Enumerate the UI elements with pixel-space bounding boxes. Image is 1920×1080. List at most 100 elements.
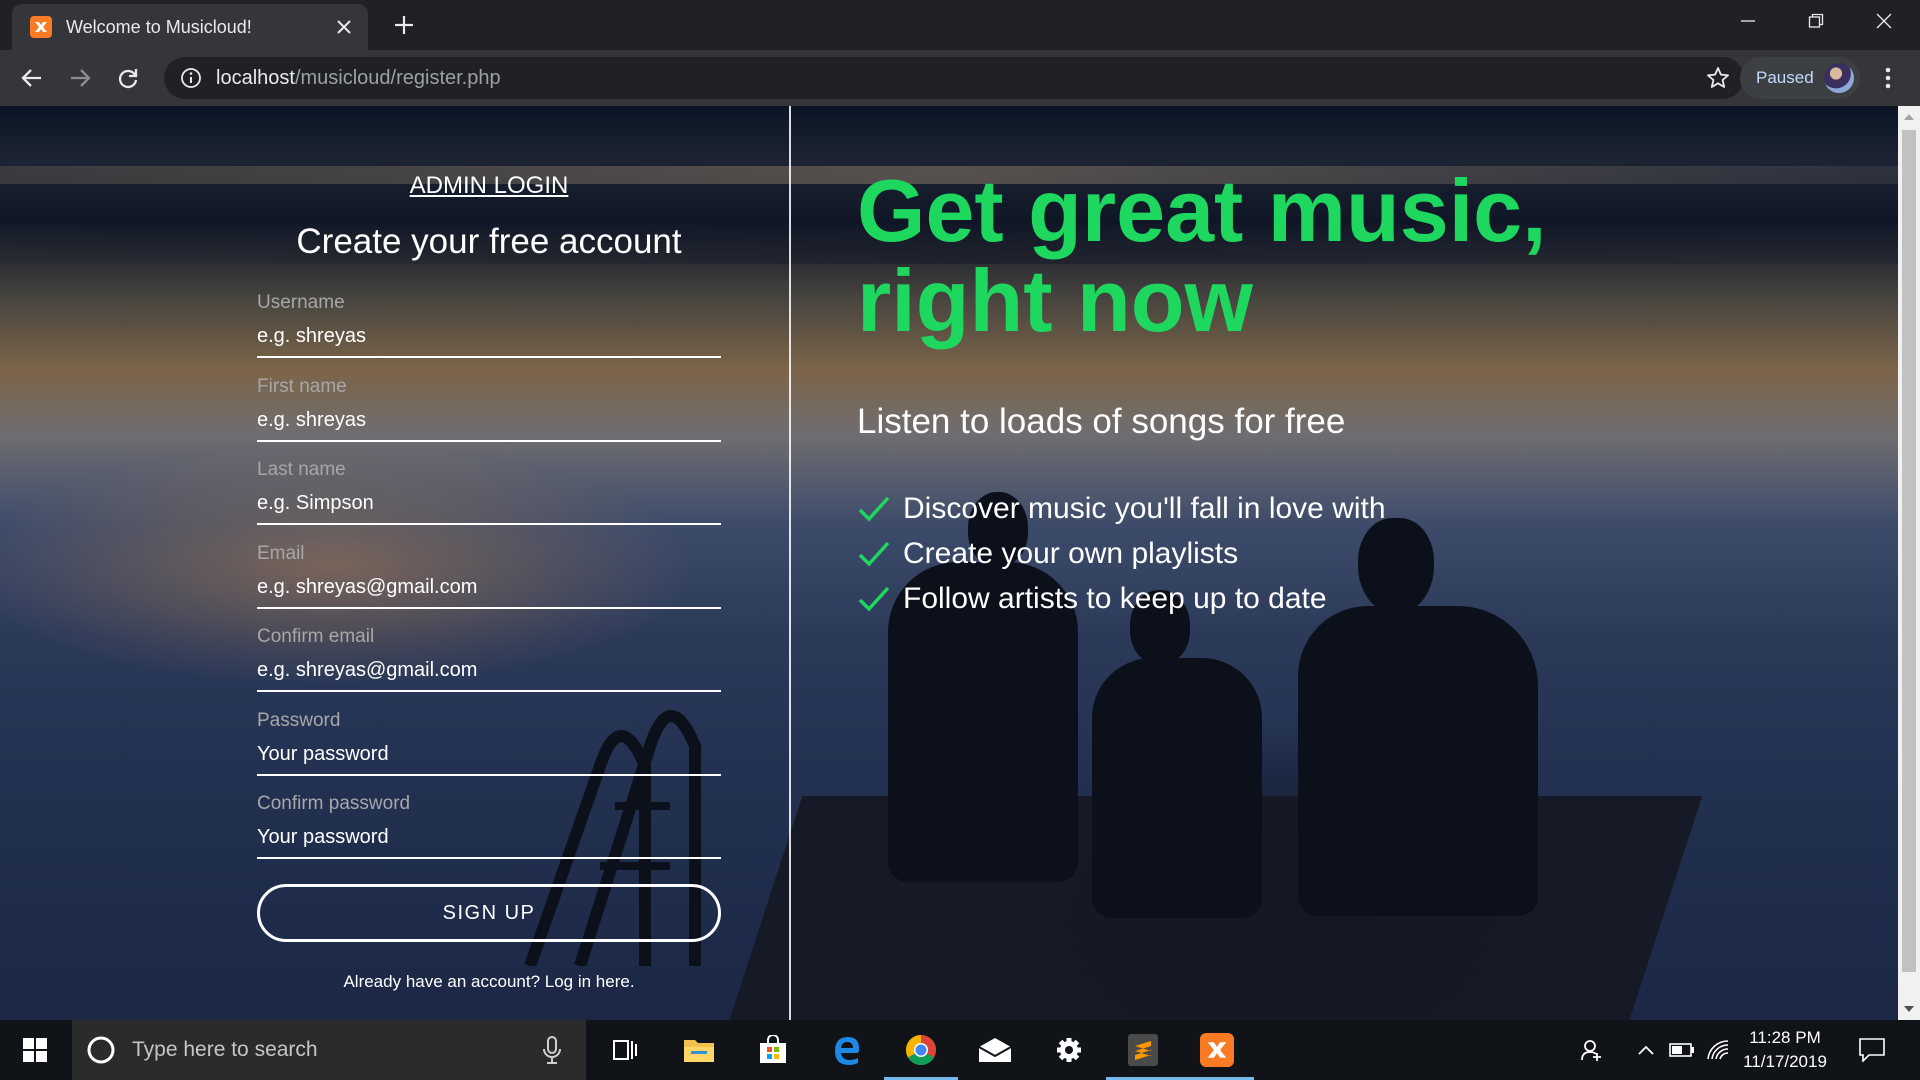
form-title: Create your free account (296, 222, 682, 261)
mail-taskbar-button[interactable] (958, 1020, 1032, 1080)
new-tab-button[interactable] (386, 7, 422, 43)
minimize-button[interactable] (1714, 0, 1782, 42)
register-form-panel: ADMIN LOGIN Create your free account Use… (0, 106, 790, 1020)
mail-icon (978, 1038, 1012, 1062)
microphone-icon[interactable] (540, 1035, 564, 1065)
people-button[interactable] (1574, 1020, 1610, 1080)
browser-menu-button[interactable] (1868, 58, 1908, 98)
caret-down-icon (1904, 1006, 1914, 1012)
xampp-icon (1200, 1033, 1234, 1067)
browser-tab[interactable]: Welcome to Musicloud! (12, 4, 368, 50)
password-field-group: Password (257, 710, 721, 776)
confirm-email-input[interactable] (257, 650, 721, 692)
background-person-silhouette (1298, 606, 1538, 916)
task-view-icon (613, 1040, 637, 1060)
tab-strip: Welcome to Musicloud! (0, 0, 1920, 50)
restore-button[interactable] (1782, 0, 1850, 42)
feature-item: Discover music you'll fall in love with (857, 486, 1857, 531)
register-page: ADMIN LOGIN Create your free account Use… (0, 106, 1898, 1020)
admin-login-link[interactable]: ADMIN LOGIN (0, 172, 978, 200)
tab-title: Welcome to Musicloud! (66, 16, 252, 37)
username-field-group: Username (257, 292, 721, 358)
first-name-label: First name (257, 376, 347, 397)
reload-button[interactable] (108, 58, 148, 98)
email-input[interactable] (257, 567, 721, 609)
microsoft-store-icon (760, 1035, 786, 1063)
settings-icon (1057, 1038, 1081, 1062)
browser-toolbar: localhost/musicloud/register.php Paused (0, 50, 1920, 106)
feature-text: Create your own playlists (903, 536, 1239, 570)
arrow-left-icon (21, 69, 41, 87)
scroll-down-button[interactable] (1898, 998, 1920, 1020)
xampp-taskbar-button[interactable] (1180, 1020, 1254, 1080)
last-name-field-group: Last name (257, 459, 721, 525)
confirm-password-input[interactable] (257, 817, 721, 859)
start-button[interactable] (0, 1020, 70, 1080)
email-field-group: Email (257, 543, 721, 609)
last-name-input[interactable] (257, 483, 721, 525)
arrow-right-icon (71, 69, 91, 87)
windows-taskbar: 11:28 PM 11/17/2019 (0, 1020, 1920, 1080)
email-label: Email (257, 543, 305, 564)
info-icon (181, 68, 201, 88)
promo-panel: Get great music, right now Listen to loa… (857, 166, 1857, 621)
url-text[interactable]: localhost/musicloud/register.php (216, 67, 1698, 90)
scroll-up-button[interactable] (1898, 106, 1920, 128)
clock-date: 11/17/2019 (1743, 1052, 1827, 1071)
password-input[interactable] (257, 734, 721, 776)
clock-time: 11:28 PM (1749, 1028, 1821, 1047)
chrome-taskbar-button[interactable] (884, 1020, 958, 1080)
edge-icon (835, 1037, 860, 1065)
profile-button[interactable]: Paused (1740, 57, 1860, 99)
site-info-button[interactable] (178, 65, 204, 91)
microsoft-store-taskbar-button[interactable] (736, 1020, 810, 1080)
feature-item: Create your own playlists (857, 531, 1857, 576)
sublime-text-taskbar-button[interactable] (1106, 1020, 1180, 1080)
sign-up-button[interactable]: SIGN UP (257, 884, 721, 942)
back-button[interactable] (12, 58, 52, 98)
reload-icon (118, 69, 138, 89)
wifi-icon (1707, 1040, 1729, 1060)
taskbar-clock[interactable]: 11:28 PM 11/17/2019 (1730, 1026, 1840, 1074)
people-icon (1581, 1040, 1601, 1061)
kebab-menu-icon (1885, 67, 1891, 89)
confirm-password-field-group: Confirm password (257, 793, 721, 859)
feature-text: Follow artists to keep up to date (903, 581, 1327, 615)
settings-taskbar-button[interactable] (1032, 1020, 1106, 1080)
window-close-button[interactable] (1850, 0, 1918, 42)
minimize-icon (1741, 20, 1755, 22)
taskbar-search-input[interactable] (130, 1029, 514, 1071)
battery-indicator[interactable] (1666, 1020, 1698, 1080)
forward-button[interactable] (60, 58, 100, 98)
taskbar-search[interactable] (72, 1020, 586, 1080)
page-scrollbar[interactable] (1898, 106, 1920, 1020)
bookmark-button[interactable] (1698, 58, 1738, 98)
confirm-password-label: Confirm password (257, 793, 411, 814)
file-explorer-taskbar-button[interactable] (662, 1020, 736, 1080)
url-path: /musicloud/register.php (294, 66, 501, 89)
username-input[interactable] (257, 316, 721, 358)
feature-item: Follow artists to keep up to date (857, 576, 1857, 621)
action-center-button[interactable] (1848, 1020, 1896, 1080)
checkmark-icon (858, 541, 890, 567)
scroll-thumb[interactable] (1902, 130, 1916, 972)
first-name-input[interactable] (257, 400, 721, 442)
restore-icon (1808, 13, 1824, 28)
address-bar[interactable]: localhost/musicloud/register.php (164, 57, 1744, 99)
chrome-icon (905, 1035, 937, 1066)
chevron-up-icon (1638, 1045, 1654, 1055)
promo-headline: Get great music, right now (857, 161, 1547, 350)
checkmark-icon (858, 496, 890, 522)
star-icon (1707, 67, 1729, 88)
checkmark-icon (858, 586, 890, 612)
task-view-button[interactable] (588, 1020, 662, 1080)
xampp-favicon-icon (30, 16, 52, 38)
plus-icon (395, 16, 413, 34)
show-hidden-icons-button[interactable] (1630, 1020, 1662, 1080)
background-person-silhouette (1092, 658, 1262, 918)
file-explorer-icon (684, 1040, 714, 1062)
tab-close-button[interactable] (326, 9, 362, 45)
edge-taskbar-button[interactable] (810, 1020, 884, 1080)
notification-icon (1859, 1038, 1885, 1062)
login-link[interactable]: Already have an account? Log in here. (0, 972, 978, 992)
